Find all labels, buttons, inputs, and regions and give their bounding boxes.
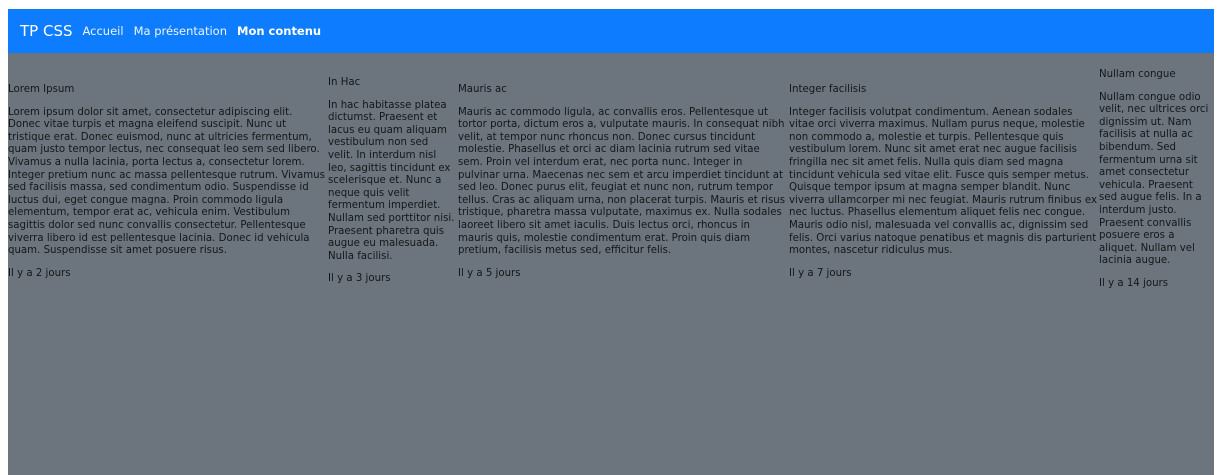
article-title: Lorem Ipsum (8, 84, 75, 95)
article-title: Integer facilisis (789, 84, 867, 95)
article-date: Il y a 7 jours (789, 267, 852, 279)
articles-container: Lorem Ipsum Lorem ipsum dolor sit amet, … (8, 53, 1214, 291)
article-date: Il y a 3 jours (328, 273, 391, 285)
article-date: Il y a 14 jours (1099, 277, 1169, 289)
brand-link[interactable]: TP CSS (20, 22, 73, 40)
nav-link-accueil[interactable]: Accueil (83, 24, 124, 38)
article-date: Il y a 2 jours (8, 267, 71, 279)
page: TP CSS Accueil Ma présentation Mon conte… (8, 9, 1214, 475)
article-nullam-congue: Nullam congue Nullam congue odio velit, … (1099, 69, 1214, 291)
nav-link-mon-contenu[interactable]: Mon contenu (237, 24, 321, 38)
article-integer-facilisis: Integer facilisis Integer facilisis volu… (789, 84, 1099, 280)
article-title: Nullam congue (1099, 69, 1176, 80)
nav-link-ma-presentation[interactable]: Ma présentation (134, 24, 227, 38)
article-body: In hac habitasse platea dictumst. Praese… (328, 99, 455, 262)
article-body: Integer facilisis volutpat condimentum. … (789, 106, 1097, 257)
article-date: Il y a 5 jours (458, 267, 521, 279)
article-lorem-ipsum: Lorem Ipsum Lorem ipsum dolor sit amet, … (8, 84, 328, 280)
navbar: TP CSS Accueil Ma présentation Mon conte… (8, 9, 1214, 53)
article-body: Nullam congue odio velit, nec ultrices o… (1099, 91, 1209, 267)
article-in-hac: In Hac In hac habitasse platea dictumst.… (328, 77, 458, 286)
article-mauris-ac: Mauris ac Mauris ac commodo ligula, ac c… (458, 84, 789, 280)
article-title: In Hac (328, 77, 361, 88)
article-body: Mauris ac commodo ligula, ac convallis e… (458, 106, 786, 257)
article-title: Mauris ac (458, 84, 507, 95)
article-body: Lorem ipsum dolor sit amet, consectetur … (8, 106, 325, 257)
